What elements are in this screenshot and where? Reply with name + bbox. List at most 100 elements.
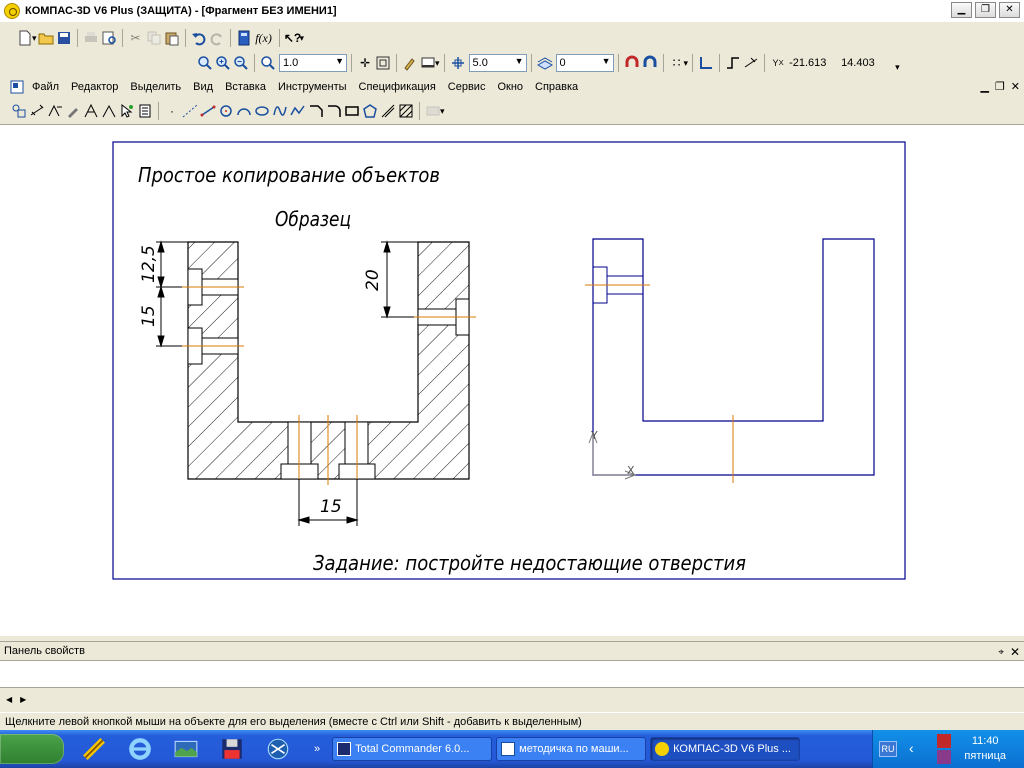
copy-button[interactable] (145, 29, 163, 47)
menu-tools[interactable]: Инструменты (272, 81, 353, 93)
grid-dropdown-icon[interactable]: ▾ (684, 58, 689, 69)
clock[interactable]: 11:40 пятница (964, 734, 1006, 764)
drawing-canvas[interactable]: Простое копирование объектов Образец 12,… (0, 124, 1024, 636)
point-icon[interactable]: · (163, 102, 181, 120)
fillet-icon[interactable] (325, 102, 343, 120)
help-dropdown-icon[interactable]: ▾ (300, 33, 305, 44)
polyline-icon[interactable] (289, 102, 307, 120)
kompas-icon (655, 742, 670, 756)
taskbar-overflow-icon[interactable]: » (314, 743, 320, 755)
toolbar-separator (617, 54, 619, 72)
undo-button[interactable] (190, 29, 208, 47)
coords-dropdown-icon[interactable]: ▾ (895, 62, 900, 73)
scroll-left-icon[interactable]: ◀ (6, 695, 12, 704)
measure-panel-icon[interactable] (100, 102, 118, 120)
preview-button[interactable] (100, 29, 118, 47)
task-word-document[interactable]: методичка по маши... (496, 737, 647, 761)
redo-button[interactable] (208, 29, 226, 47)
ellipse-icon[interactable] (253, 102, 271, 120)
dimensions-panel-icon[interactable] (28, 102, 46, 120)
menu-view[interactable]: Вид (187, 81, 219, 93)
polygon-icon[interactable] (361, 102, 379, 120)
spline-icon[interactable] (271, 102, 289, 120)
print-button[interactable] (82, 29, 100, 47)
dim-15-bottom-label: 15 (320, 497, 342, 517)
globe-launch-icon[interactable] (262, 734, 294, 764)
menu-insert[interactable]: Вставка (219, 81, 272, 93)
toolbar-separator (419, 102, 420, 120)
equidistant-icon[interactable] (379, 102, 397, 120)
function-button[interactable]: f(x) (253, 29, 275, 47)
zoom-in-icon[interactable] (214, 54, 232, 72)
brush-icon[interactable] (401, 54, 419, 72)
menu-help[interactable]: Справка (529, 81, 584, 93)
global-snap-icon[interactable] (641, 54, 659, 72)
task-kompas[interactable]: КОМПАС-3D V6 Plus ... (650, 737, 801, 761)
ortho-mode-icon[interactable] (724, 54, 742, 72)
layer-select[interactable]: 0 ▼ (555, 54, 614, 72)
circle-icon[interactable] (217, 102, 235, 120)
auxiliary-line-icon[interactable] (181, 102, 199, 120)
tray-expand-icon[interactable]: ‹ (909, 740, 914, 756)
doc-close-button[interactable]: ✕ (1011, 80, 1020, 93)
round-coords-icon[interactable] (742, 54, 760, 72)
geometry-panel-icon[interactable] (10, 102, 28, 120)
zoom-out-icon[interactable] (232, 54, 250, 72)
start-button[interactable] (0, 734, 64, 764)
save-button[interactable] (55, 29, 73, 47)
menu-select[interactable]: Выделить (124, 81, 187, 93)
minimize-button[interactable]: ▁ (951, 2, 972, 18)
menu-edit[interactable]: Редактор (65, 81, 124, 93)
chamfer-icon[interactable] (307, 102, 325, 120)
close-button[interactable]: ✕ (999, 2, 1020, 18)
doc-restore-button[interactable]: ❐ (995, 80, 1005, 93)
specification-panel-icon[interactable] (136, 102, 154, 120)
language-indicator[interactable]: RU (879, 741, 897, 757)
zoom-scale-icon[interactable] (259, 54, 277, 72)
menu-window[interactable]: Окно (491, 81, 529, 93)
display-dropdown-icon[interactable]: ▾ (435, 58, 440, 69)
tray-app-icon-2[interactable] (937, 750, 951, 764)
open-file-button[interactable] (37, 29, 55, 47)
total-commander-launch-icon[interactable] (78, 734, 110, 764)
segment-icon[interactable] (199, 102, 217, 120)
scroll-right-icon[interactable]: ▶ (20, 695, 26, 704)
select-panel-icon[interactable] (118, 102, 136, 120)
arc-icon[interactable] (235, 102, 253, 120)
dimension-12-5 (156, 240, 188, 289)
cursor-step-select[interactable]: 5.0 ▼ (468, 54, 527, 72)
menu-file[interactable]: Файл (26, 81, 65, 93)
internet-explorer-icon[interactable] (124, 734, 156, 764)
cut-button[interactable]: ✂ (127, 29, 145, 47)
document-icon[interactable] (8, 78, 26, 96)
zoom-icon[interactable] (196, 54, 214, 72)
rectangle-icon[interactable] (343, 102, 361, 120)
zoom-scale-select[interactable]: 1.0 ▼ (279, 54, 347, 72)
close-icon: ✕ (1005, 4, 1014, 15)
menu-specification[interactable]: Спецификация (353, 81, 442, 93)
task-total-commander[interactable]: Total Commander 6.0... (332, 737, 493, 761)
tray-app-icon[interactable] (937, 734, 951, 748)
edit-panel-icon[interactable] (64, 102, 82, 120)
show-desktop-icon[interactable] (170, 734, 202, 764)
hatch-icon[interactable] (397, 102, 415, 120)
snap-magnet-icon[interactable] (623, 54, 641, 72)
clock-time: 11:40 (971, 735, 999, 747)
panel-close-button[interactable]: ✕ (1010, 643, 1020, 661)
toolbar-separator (121, 29, 123, 47)
doc-minimize-button[interactable]: ▁ (980, 80, 988, 93)
layer-icon[interactable] (536, 54, 554, 72)
cursor-step-icon[interactable] (449, 54, 467, 72)
calculator-button[interactable] (235, 29, 253, 47)
local-cs-icon[interactable] (697, 54, 715, 72)
designations-panel-icon[interactable] (46, 102, 64, 120)
floppy-launch-icon[interactable] (216, 734, 248, 764)
menu-service[interactable]: Сервис (442, 81, 492, 93)
pan-icon[interactable]: ✛ (356, 54, 374, 72)
show-all-icon[interactable] (374, 54, 392, 72)
macro-icon[interactable] (424, 102, 442, 120)
paste-button[interactable] (163, 29, 181, 47)
parametrization-panel-icon[interactable] (82, 102, 100, 120)
maximize-button[interactable]: ❐ (975, 2, 996, 18)
kompas-app-icon (4, 3, 20, 19)
